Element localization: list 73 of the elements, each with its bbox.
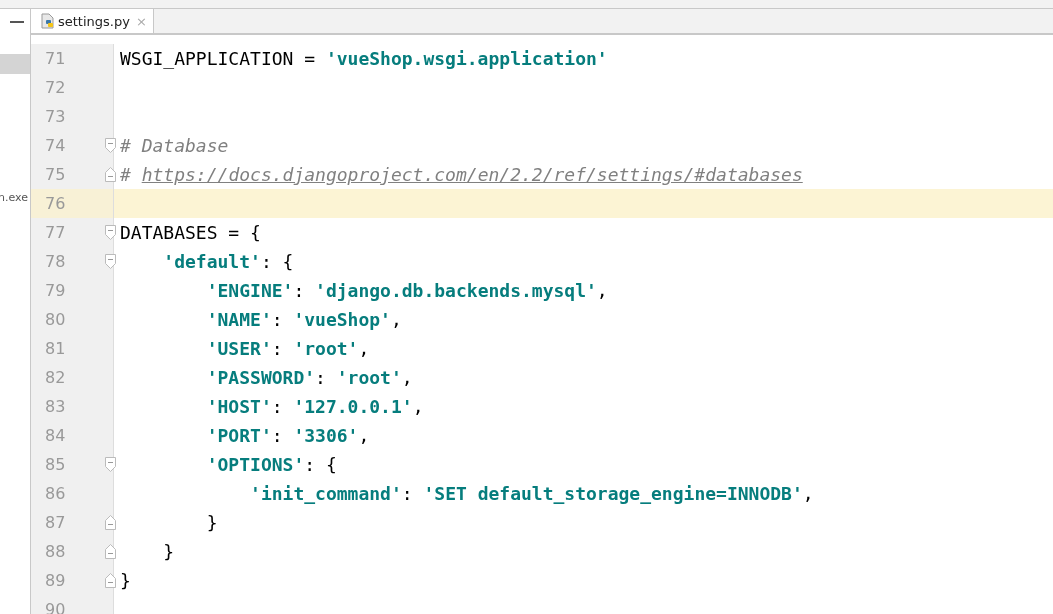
line-number: 73 — [45, 107, 66, 126]
code-text: , — [358, 338, 370, 359]
fold-icon[interactable] — [105, 254, 116, 269]
string-literal: 'ENGINE' — [205, 280, 294, 301]
fold-icon[interactable] — [105, 573, 116, 588]
tab-label: settings.py — [58, 13, 130, 29]
line-number: 85 — [45, 455, 66, 474]
line-number: 88 — [45, 542, 66, 561]
string-literal: 'PORT' — [205, 425, 272, 446]
line-number: 80 — [45, 310, 66, 329]
code-text: : { — [304, 454, 337, 475]
line-number: 75 — [45, 165, 66, 184]
line-number: 89 — [45, 571, 66, 590]
line-number: 82 — [45, 368, 66, 387]
line-number: 77 — [45, 223, 66, 242]
line-number: 79 — [45, 281, 66, 300]
code-text: : { — [260, 251, 294, 272]
line-number: 76 — [45, 194, 66, 213]
code-comment: # — [120, 164, 132, 185]
line-number: 78 — [45, 252, 66, 271]
code-text: } — [162, 541, 175, 562]
string-literal: 'init_command' — [249, 483, 402, 504]
fold-icon[interactable] — [105, 544, 116, 559]
line-number: 74 — [45, 136, 66, 155]
code-text: : — [271, 309, 284, 330]
code-text: , — [596, 280, 608, 301]
minimize-icon[interactable] — [10, 20, 24, 24]
line-number: 81 — [45, 339, 66, 358]
code-text: DATABASES = { — [120, 222, 261, 243]
code-text: , — [412, 396, 424, 417]
string-literal: '3306' — [293, 425, 359, 446]
comment-link[interactable]: https://docs.djangoproject.com/en/2.2/ref/settings/#databases — [141, 164, 803, 185]
string-literal: '127.0.0.1' — [293, 396, 413, 417]
code-text: : — [271, 425, 284, 446]
file-item[interactable]: n.exe — [0, 188, 28, 208]
line-number: 83 — [45, 397, 66, 416]
code-text: : — [271, 396, 284, 417]
code-text: , — [802, 483, 814, 504]
string-literal: 'vueShop.wsgi.application' — [325, 48, 608, 69]
code-text: : — [271, 338, 284, 359]
python-file-icon — [41, 13, 55, 29]
fold-icon[interactable] — [105, 457, 116, 472]
string-literal: 'vueShop' — [293, 309, 391, 330]
fold-icon[interactable] — [105, 167, 116, 182]
string-literal: 'root' — [293, 338, 359, 359]
string-literal: 'PASSWORD' — [205, 367, 316, 388]
string-literal: 'HOST' — [205, 396, 272, 417]
code-text: : — [401, 483, 414, 504]
line-number: 87 — [45, 513, 66, 532]
code-text: , — [358, 425, 370, 446]
string-literal: 'SET default_storage_engine=INNODB' — [423, 483, 803, 504]
string-literal: 'USER' — [205, 338, 272, 359]
line-number: 72 — [45, 78, 66, 97]
code-text: , — [390, 309, 402, 330]
fold-icon[interactable] — [105, 515, 116, 530]
fold-icon[interactable] — [105, 138, 116, 153]
code-text: } — [205, 512, 218, 533]
code-text: } — [120, 570, 131, 591]
string-literal: 'django.db.backends.mysql' — [315, 280, 597, 301]
string-literal: 'default' — [162, 251, 261, 272]
code-text: , — [401, 367, 413, 388]
line-number: 86 — [45, 484, 66, 503]
code-text: : — [293, 280, 306, 301]
file-tab[interactable]: settings.py × — [31, 9, 154, 33]
line-number: 84 — [45, 426, 66, 445]
code-text: : — [315, 367, 327, 388]
string-literal: 'NAME' — [205, 309, 272, 330]
line-number: 71 — [45, 49, 66, 68]
string-literal: 'root' — [336, 367, 402, 388]
string-literal: 'OPTIONS' — [205, 454, 305, 475]
fold-icon[interactable] — [105, 225, 116, 240]
code-comment: # Database — [120, 135, 229, 156]
code-text: WSGI_APPLICATION = — [120, 48, 317, 69]
